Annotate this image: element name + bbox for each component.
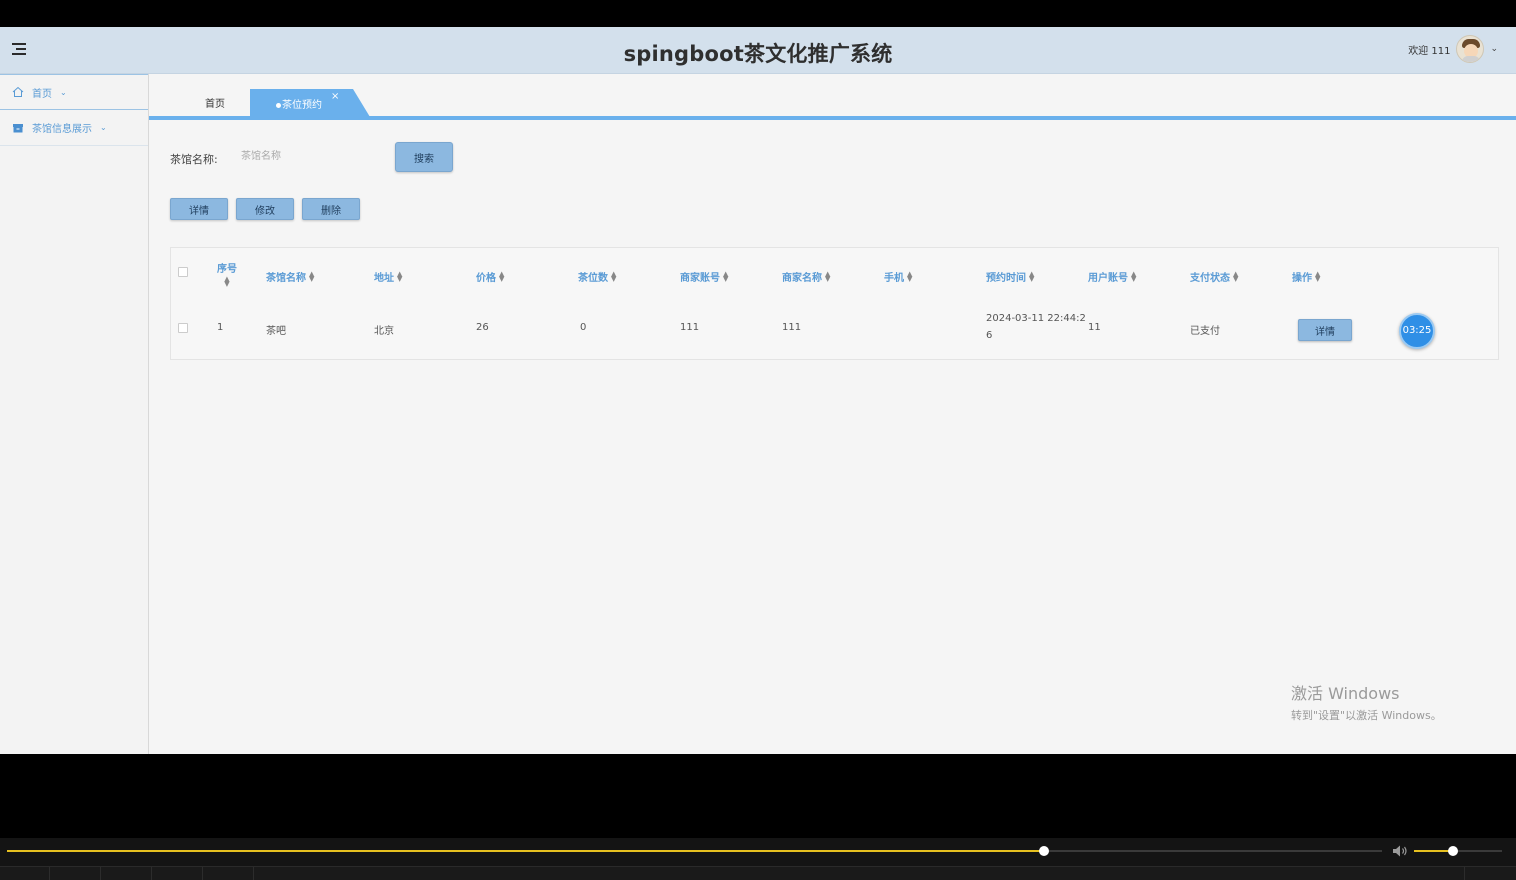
toolbar-slot[interactable] bbox=[50, 867, 101, 880]
column-header-booking-time[interactable]: 预约时间 ▲ ▼ bbox=[986, 269, 1034, 284]
detail-button[interactable]: 详情 bbox=[170, 198, 228, 220]
top-header: spingboot茶文化推广系统 欢迎 111 ⌄ bbox=[0, 27, 1516, 74]
data-table: 序号 ▲ ▼ 茶馆名称 ▲ ▼ 地址 ▲ ▼ 价格 ▲ ▼ 茶位数 ▲ ▼ 商家账号 ▲ ▼ 商家名称 ▲… bbox=[170, 247, 1499, 360]
sort-icon: ▲ ▼ bbox=[1131, 269, 1137, 283]
toolbar-slot[interactable] bbox=[152, 867, 203, 880]
cell-merchant-account: 111 bbox=[680, 322, 700, 333]
column-header-name[interactable]: 茶馆名称 ▲ ▼ bbox=[266, 269, 314, 284]
main-content: 茶馆名称: 搜索 详情 修改 删除 序号▲▼ 茶馆名称▲▼ 地址▲▼ 价格▲▼ … bbox=[149, 124, 1516, 754]
user-menu[interactable]: 欢迎 111 ⌄ bbox=[1408, 34, 1498, 64]
search-label: 茶馆名称: bbox=[170, 153, 218, 166]
cell-merchant-name: 111 bbox=[782, 322, 802, 333]
sidebar-item-label: 首页 bbox=[32, 88, 52, 100]
sort-icon: ▲ ▼ bbox=[723, 269, 729, 283]
active-dot-icon bbox=[276, 102, 281, 108]
column-header-user-account[interactable]: 用户账号 ▲ ▼ bbox=[1088, 269, 1136, 284]
tab-seat-booking[interactable]: 茶位预约 × bbox=[250, 89, 370, 117]
archive-icon bbox=[13, 123, 23, 132]
cell-index: 1 bbox=[217, 322, 224, 333]
column-header-merchant-account[interactable]: 商家账号 ▲ ▼ bbox=[680, 269, 728, 284]
screen: spingboot茶文化推广系统 欢迎 111 ⌄ 首页 ⌄ 茶馆信息展示 ⌄ … bbox=[0, 0, 1516, 880]
cell-booking-time-wrap: 6 bbox=[986, 330, 993, 341]
progress-fill bbox=[7, 850, 1044, 852]
cell-user-account: 11 bbox=[1088, 322, 1101, 333]
home-icon bbox=[12, 86, 24, 97]
toolbar-slot[interactable] bbox=[0, 867, 50, 880]
chevron-down-icon: ⌄ bbox=[60, 87, 67, 97]
sort-icon: ▲ ▼ bbox=[1233, 269, 1239, 283]
video-player-controls bbox=[0, 838, 1516, 880]
search-button[interactable]: 搜索 bbox=[395, 142, 453, 172]
sidebar-item-teahouse[interactable]: 茶馆信息展示 ⌄ bbox=[0, 110, 148, 146]
sidebar: 首页 ⌄ 茶馆信息展示 ⌄ bbox=[0, 74, 149, 754]
delete-button[interactable]: 删除 bbox=[302, 198, 360, 220]
sidebar-item-label: 茶馆信息展示 bbox=[32, 124, 92, 135]
sort-icon: ▲ ▼ bbox=[397, 269, 403, 283]
sort-icon: ▲ ▼ bbox=[825, 269, 831, 283]
sort-icon: ▲ ▼ bbox=[1029, 269, 1035, 283]
volume-icon[interactable] bbox=[1392, 844, 1408, 858]
progress-bar[interactable] bbox=[7, 846, 1382, 856]
sort-icon: ▲ ▼ bbox=[309, 269, 315, 283]
toolbar-slot[interactable] bbox=[1464, 867, 1516, 880]
edit-button[interactable]: 修改 bbox=[236, 198, 294, 220]
cell-price: 26 bbox=[476, 322, 489, 333]
cell-seats: 0 bbox=[580, 322, 587, 333]
row-detail-button[interactable]: 详情 bbox=[1298, 319, 1352, 341]
column-header-merchant-name[interactable]: 商家名称 ▲ ▼ bbox=[782, 269, 830, 284]
tab-label-text: 茶位预约 bbox=[282, 100, 322, 111]
avatar[interactable] bbox=[1456, 35, 1485, 63]
select-all-checkbox[interactable] bbox=[178, 267, 188, 277]
volume-fill bbox=[1414, 850, 1453, 852]
progress-handle[interactable] bbox=[1038, 846, 1049, 856]
sidebar-item-home[interactable]: 首页 ⌄ bbox=[0, 74, 148, 110]
column-header-index[interactable]: 序号 ▲ ▼ bbox=[217, 260, 237, 288]
toolbar-slot[interactable] bbox=[101, 867, 152, 880]
recording-timer-badge[interactable]: 03:25 bbox=[1399, 313, 1435, 349]
column-header-seats[interactable]: 茶位数 ▲ ▼ bbox=[578, 269, 616, 284]
chevron-down-icon: ⌄ bbox=[100, 123, 107, 132]
cell-pay-status: 已支付 bbox=[1190, 326, 1220, 337]
close-icon[interactable]: × bbox=[331, 91, 339, 102]
watermark-subtitle: 转到"设置"以激活 Windows。 bbox=[1291, 709, 1442, 722]
cell-address: 北京 bbox=[374, 326, 394, 337]
sort-icon: ▲ ▼ bbox=[611, 269, 617, 283]
volume-handle[interactable] bbox=[1447, 846, 1458, 856]
column-header-pay-status[interactable]: 支付状态 ▲ ▼ bbox=[1190, 269, 1238, 284]
tab-home[interactable]: 首页 bbox=[205, 95, 225, 110]
tab-label: 茶位预约 bbox=[276, 96, 322, 111]
sort-icon: ▲ ▼ bbox=[907, 269, 913, 283]
column-header-phone[interactable]: 手机 ▲ ▼ bbox=[884, 269, 912, 284]
tab-bar: 首页 茶位预约 × bbox=[149, 74, 1516, 120]
column-header-price[interactable]: 价格 ▲ ▼ bbox=[476, 269, 504, 284]
toolbar-slot[interactable] bbox=[203, 867, 254, 880]
cell-booking-time: 2024-03-11 22:44:2 bbox=[986, 313, 1086, 324]
windows-activation-watermark: 激活 Windows 转到"设置"以激活 Windows。 bbox=[1291, 680, 1442, 723]
cell-name: 茶吧 bbox=[266, 326, 286, 337]
sort-icon: ▲ ▼ bbox=[1315, 269, 1321, 283]
welcome-text: 欢迎 111 bbox=[1408, 45, 1451, 57]
watermark-title: 激活 Windows bbox=[1291, 684, 1400, 703]
app-window: spingboot茶文化推广系统 欢迎 111 ⌄ 首页 ⌄ 茶馆信息展示 ⌄ … bbox=[0, 27, 1516, 754]
column-header-operation[interactable]: 操作 ▲ ▼ bbox=[1292, 269, 1320, 284]
sort-icon: ▲ ▼ bbox=[499, 269, 505, 283]
page-title: spingboot茶文化推广系统 bbox=[623, 42, 893, 66]
chevron-down-icon[interactable]: ⌄ bbox=[1490, 44, 1498, 54]
row-checkbox[interactable] bbox=[178, 323, 188, 333]
column-header-address[interactable]: 地址 ▲ ▼ bbox=[374, 269, 402, 284]
player-toolbar bbox=[0, 866, 1516, 880]
volume-slider[interactable] bbox=[1414, 846, 1502, 856]
search-input[interactable] bbox=[237, 143, 387, 169]
sort-icon: ▲ ▼ bbox=[224, 275, 230, 288]
